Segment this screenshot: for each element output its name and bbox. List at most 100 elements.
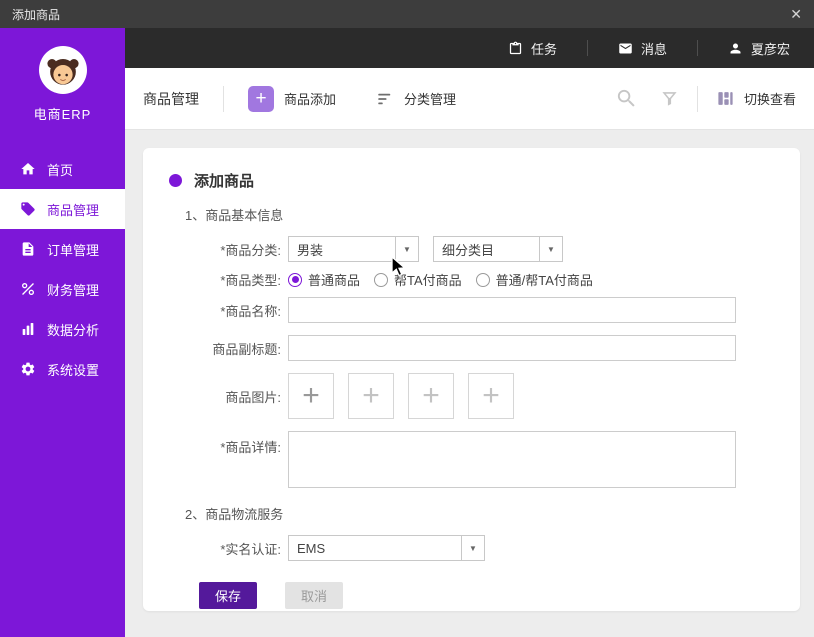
document-icon [22, 242, 34, 256]
subtitle-row: 商品副标题: [167, 335, 776, 361]
save-button[interactable]: 保存 [199, 582, 257, 609]
user-icon [730, 43, 741, 53]
add-product-button[interactable]: + 商品添加 [248, 85, 337, 112]
sidebar-item-label: 财务管理 [47, 282, 100, 298]
radio-type-pay-for-other[interactable]: 帮TA付商品 [374, 270, 462, 289]
sidebar-item-home[interactable]: 首页 [0, 149, 125, 189]
select-value: 男装 [297, 242, 324, 258]
toolbar-title: 商品管理 [143, 90, 199, 107]
sort-lines-icon [376, 90, 394, 108]
sidebar-menu: 首页 商品管理 订单管理 财务管理 数据分析 系统设置 [0, 149, 125, 389]
user-name: 夏彦宏 [750, 41, 790, 57]
radio-selected-icon [288, 272, 302, 287]
name-row: *商品名称: [167, 297, 776, 323]
category-manage-label: 分类管理 [404, 92, 457, 107]
radio-type-normal[interactable]: 普通商品 [288, 270, 360, 289]
realname-row: *实名认证: EMS ▼ [167, 535, 776, 561]
section-basic-info: 1、商品基本信息 [185, 208, 284, 223]
category-select[interactable]: 男装 ▼ [288, 236, 419, 262]
sidebar-item-analytics[interactable]: 数据分析 [0, 309, 125, 349]
product-subtitle-input[interactable] [288, 335, 736, 361]
field-label: 商品副标题: [212, 341, 281, 357]
sidebar-item-label: 系统设置 [47, 362, 100, 378]
content-area: 添加商品 1、商品基本信息 *商品分类: 男装 ▼ 细分类目 ▼ *商品类型: [125, 130, 814, 637]
app-window: 添加商品 ✕ 电商ERP 首页 商品管理 订单管理 财务管理 数据分析 系统设置… [0, 0, 814, 637]
sidebar-item-products[interactable]: 商品管理 [0, 189, 125, 229]
upload-image-box[interactable]: + [408, 373, 454, 419]
upload-image-box[interactable]: + [288, 373, 334, 419]
toolbar: 商品管理 + 商品添加 分类管理 切换查看 [125, 68, 814, 130]
plus-icon: + [248, 85, 274, 112]
field-label: *商品详情: [220, 440, 281, 455]
messages-button[interactable]: 消息 [618, 39, 667, 58]
sidebar-item-settings[interactable]: 系统设置 [0, 349, 125, 389]
sidebar: 电商ERP 首页 商品管理 订单管理 财务管理 数据分析 系统设置 [0, 28, 125, 637]
main-area: 任务 消息 夏彦宏 商品管理 + 商品添加 分类管理 切换查看 添加商品 1、商… [125, 28, 814, 637]
plus-icon: + [422, 379, 440, 412]
mail-icon [619, 43, 632, 53]
upload-image-box[interactable]: + [348, 373, 394, 419]
category-manage-button[interactable]: 分类管理 [376, 89, 456, 108]
tasks-button[interactable]: 任务 [508, 39, 557, 58]
radio-label: 帮TA付商品 [394, 273, 462, 288]
bullet-icon [169, 174, 182, 187]
filter-icon[interactable] [660, 89, 679, 108]
plus-icon: + [482, 379, 500, 412]
add-product-label: 商品添加 [284, 92, 337, 107]
button-row: 保存 取消 [199, 582, 776, 609]
form-header: 添加商品 [169, 170, 776, 191]
chevron-down-icon[interactable]: ▼ [461, 536, 484, 560]
field-label: *商品分类: [220, 242, 281, 258]
home-icon [21, 163, 35, 175]
toolbar-separator [696, 85, 698, 112]
radio-label: 普通/帮TA付商品 [495, 273, 593, 288]
gear-icon [21, 362, 35, 376]
category-row: *商品分类: 男装 ▼ 细分类目 ▼ [167, 236, 776, 262]
chart-icon [22, 323, 34, 335]
cancel-button[interactable]: 取消 [285, 582, 343, 609]
sidebar-item-label: 商品管理 [47, 202, 100, 218]
radio-icon [374, 272, 389, 287]
sidebar-item-label: 订单管理 [47, 242, 100, 258]
images-row: 商品图片: + + + + [167, 373, 776, 419]
realname-select[interactable]: EMS ▼ [288, 535, 485, 561]
window-title: 添加商品 [12, 7, 61, 22]
close-icon[interactable]: ✕ [790, 6, 802, 23]
radio-label: 普通商品 [308, 273, 361, 288]
avatar [38, 46, 87, 94]
product-name-input[interactable] [288, 297, 736, 323]
select-value: EMS [297, 540, 326, 556]
chevron-down-icon[interactable]: ▼ [539, 237, 562, 261]
field-label: 商品图片: [225, 389, 281, 405]
field-label: *商品名称: [220, 303, 281, 319]
plus-icon: + [302, 379, 320, 412]
user-menu[interactable]: 夏彦宏 [728, 39, 790, 58]
header-separator [696, 40, 698, 56]
add-product-card: 添加商品 1、商品基本信息 *商品分类: 男装 ▼ 细分类目 ▼ *商品类型: [143, 148, 800, 611]
product-detail-textarea[interactable] [288, 431, 736, 488]
radio-icon [475, 272, 490, 287]
upload-image-box[interactable]: + [468, 373, 514, 419]
search-icon[interactable] [615, 87, 638, 110]
sidebar-item-finance[interactable]: 财务管理 [0, 269, 125, 309]
toolbar-right: 切换查看 [615, 85, 796, 112]
form-title: 添加商品 [194, 173, 255, 190]
sidebar-item-label: 首页 [47, 162, 74, 178]
toolbar-separator [223, 85, 224, 112]
chevron-down-icon[interactable]: ▼ [395, 237, 418, 261]
switch-view-label[interactable]: 切换查看 [744, 89, 796, 108]
grid-view-icon[interactable] [716, 89, 735, 108]
sidebar-item-label: 数据分析 [47, 322, 100, 338]
radio-type-both[interactable]: 普通/帮TA付商品 [475, 270, 593, 289]
clipboard-icon [509, 41, 522, 54]
percent-icon [22, 283, 34, 295]
field-label: *商品类型: [220, 273, 281, 288]
top-header: 任务 消息 夏彦宏 [125, 28, 814, 68]
field-label: *实名认证: [220, 541, 281, 557]
sidebar-item-orders[interactable]: 订单管理 [0, 229, 125, 269]
subcategory-select[interactable]: 细分类目 ▼ [433, 236, 563, 262]
section-logistics: 2、商品物流服务 [185, 507, 284, 522]
tasks-label: 任务 [530, 41, 557, 57]
type-row: *商品类型: 普通商品 帮TA付商品 普通/帮TA付商品 [167, 270, 776, 289]
select-value: 细分类目 [442, 242, 495, 258]
